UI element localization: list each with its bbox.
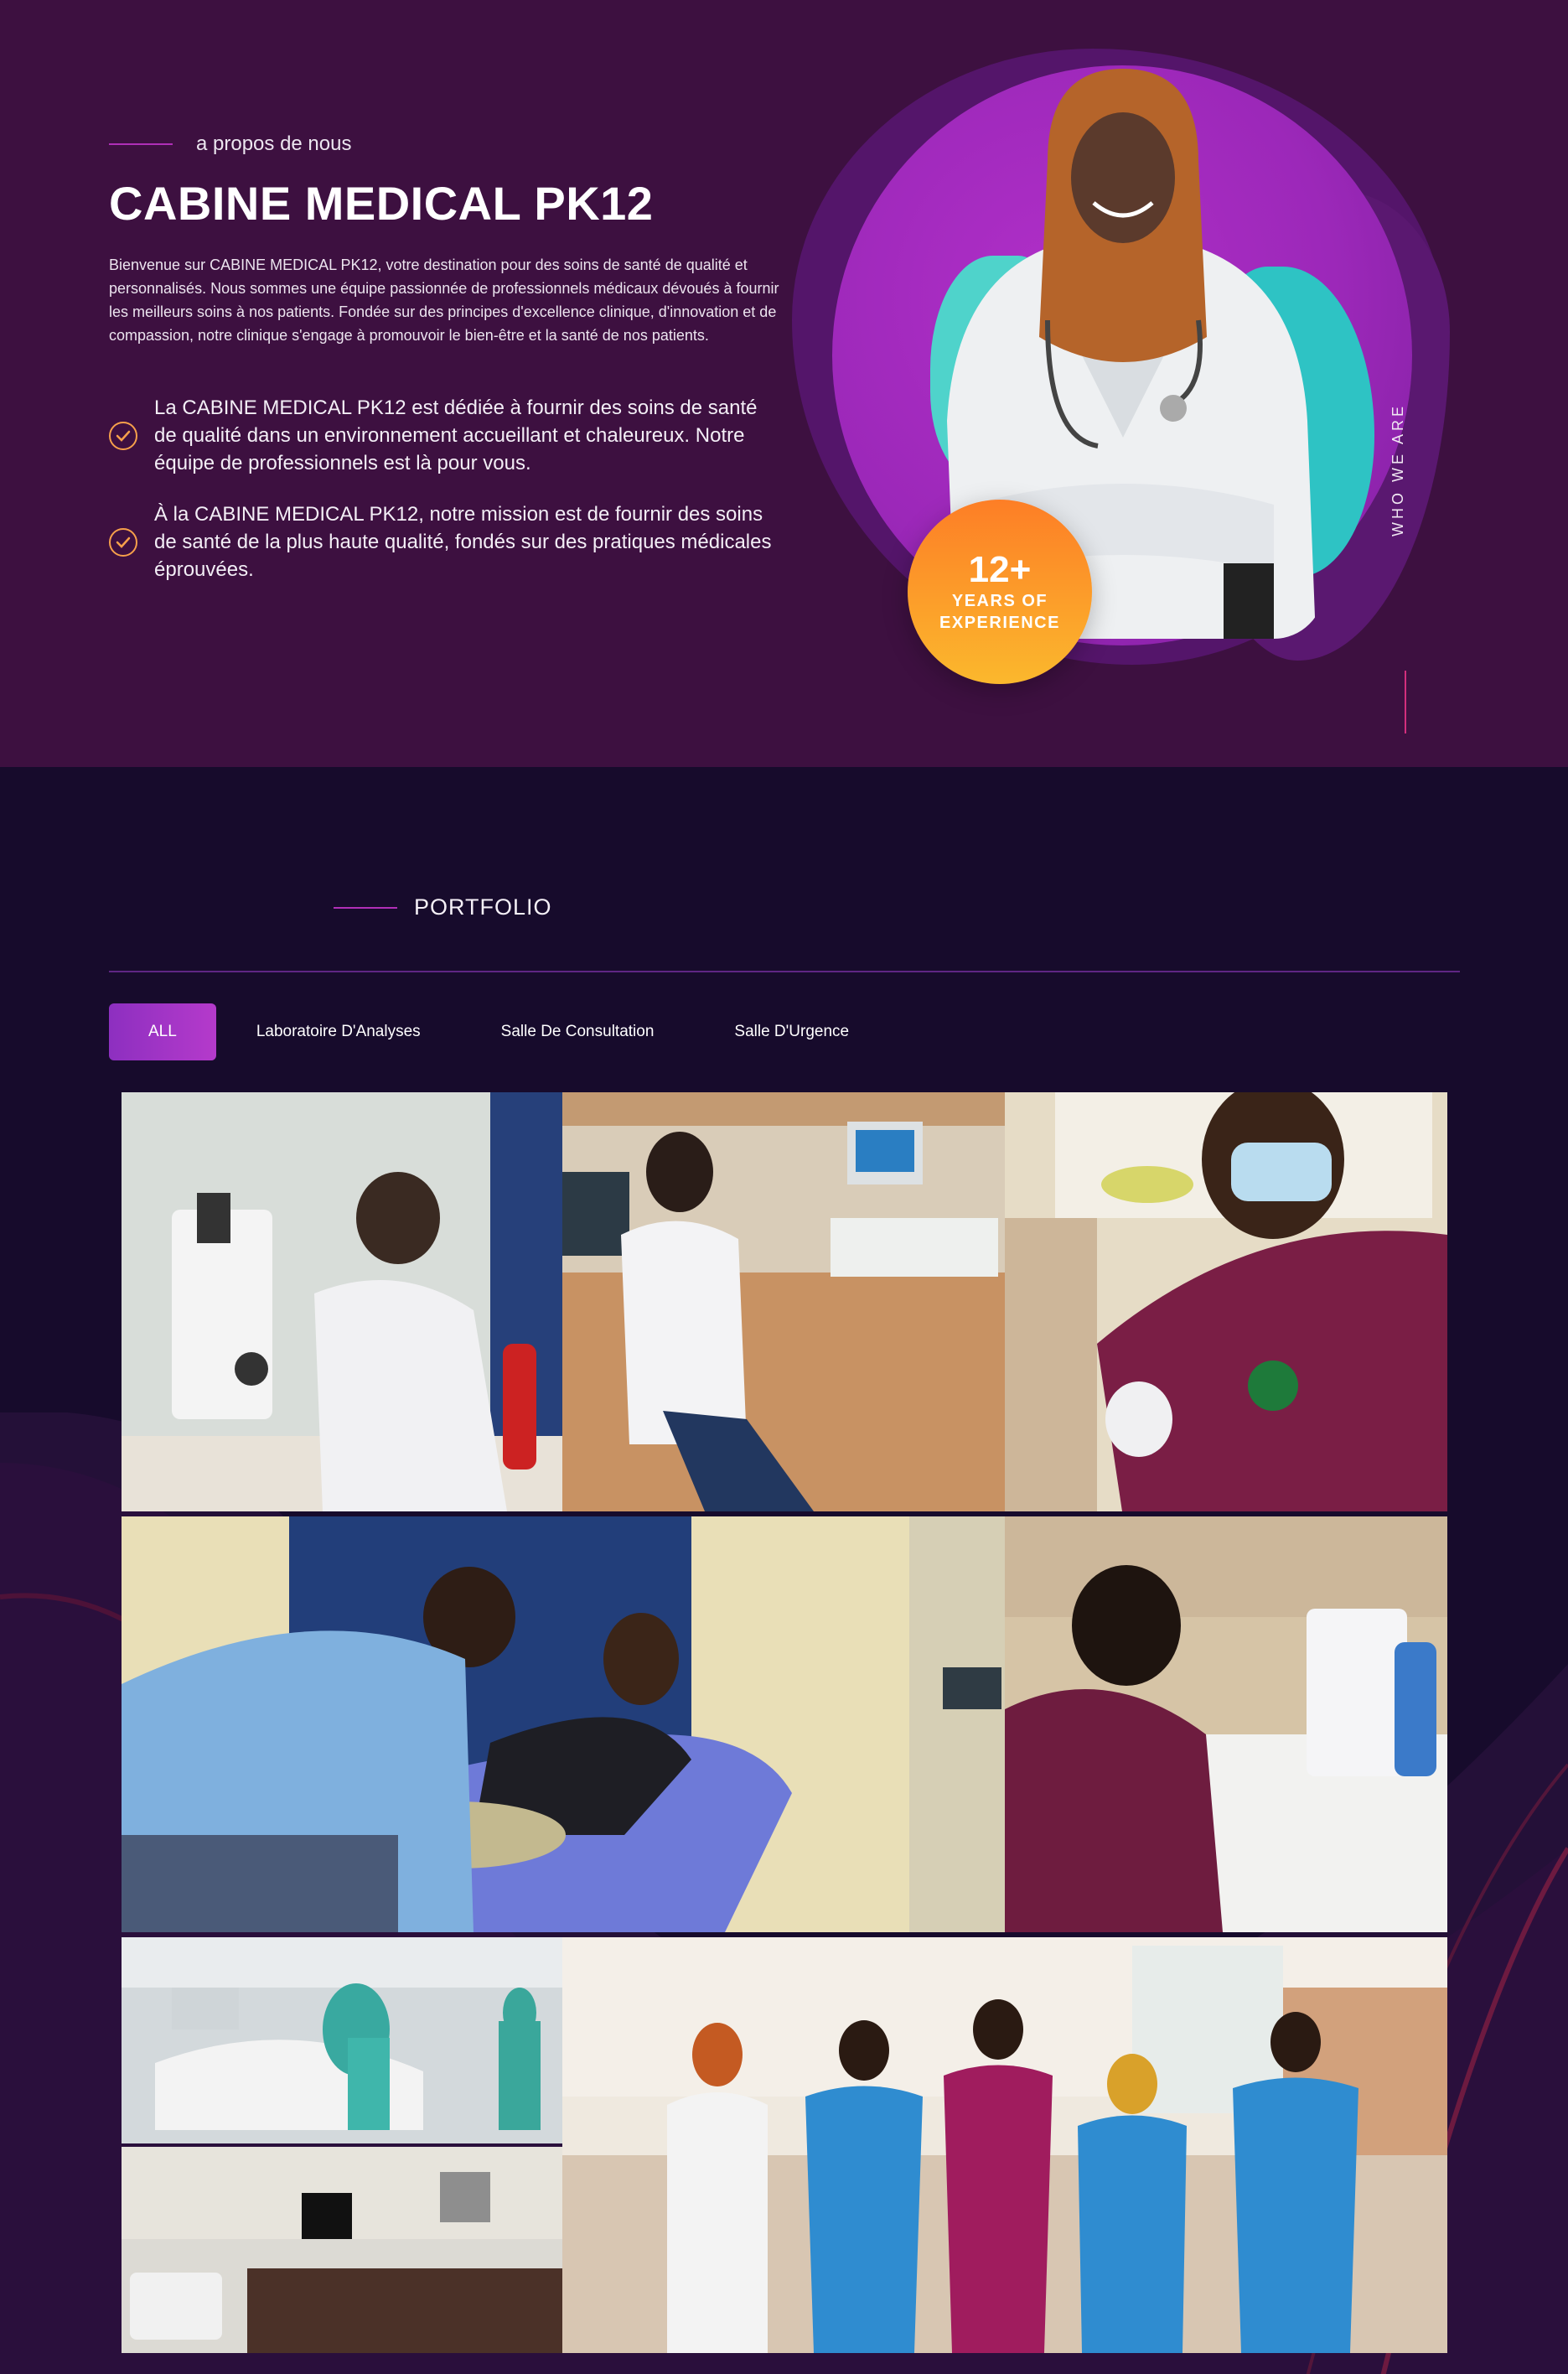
- portfolio-item-lab-analyzer[interactable]: [562, 1092, 1005, 1511]
- portfolio-heading-text: PORTFOLIO: [414, 894, 552, 920]
- tab-all[interactable]: ALL: [109, 1003, 216, 1060]
- about-title: CABINE MEDICAL PK12: [109, 177, 654, 230]
- feature-point-text: À la CABINE MEDICAL PK12, notre mission …: [154, 503, 772, 581]
- portfolio-item-emergency-room[interactable]: [122, 1937, 562, 2143]
- feature-point-text: La CABINE MEDICAL PK12 est dédiée à four…: [154, 397, 758, 474]
- experience-badge: 12+ YEARS OF EXPERIENCE: [908, 500, 1092, 684]
- portfolio-grid: [122, 1092, 1447, 2353]
- about-section: a propos de nous CABINE MEDICAL PK12 Bie…: [0, 0, 1568, 767]
- subheading-line: [109, 143, 173, 145]
- badge-number: 12+: [968, 549, 1032, 590]
- tab-salle-consultation[interactable]: Salle De Consultation: [461, 1003, 695, 1060]
- about-subheading: a propos de nous: [109, 132, 351, 156]
- portfolio-item-syringe-nurse[interactable]: [1005, 1092, 1447, 1511]
- portfolio-item-medical-team[interactable]: [562, 1937, 1447, 2353]
- check-circle-icon: [109, 421, 137, 450]
- badge-label-line2: EXPERIENCE: [939, 614, 1060, 632]
- portfolio-item-lab-technician[interactable]: [1005, 1516, 1447, 1932]
- heading-line: [334, 906, 397, 909]
- portfolio-heading: PORTFOLIO: [334, 894, 552, 920]
- feature-point-2: À la CABINE MEDICAL PK12, notre mission …: [109, 500, 779, 583]
- check-circle-icon: [109, 527, 137, 557]
- section-divider: [109, 971, 1460, 972]
- feature-point-1: La CABINE MEDICAL PK12 est dédiée à four…: [109, 394, 779, 477]
- badge-label-line1: YEARS OF: [951, 592, 1048, 610]
- subheading-text: a propos de nous: [196, 132, 352, 155]
- portfolio-item-microscope-lab[interactable]: [122, 1092, 562, 1511]
- portfolio-item-patient-bed[interactable]: [122, 1516, 1005, 1932]
- tab-salle-urgence[interactable]: Salle D'Urgence: [694, 1003, 889, 1060]
- vertical-accent-line: [1405, 671, 1406, 733]
- who-we-are-label: WHO WE ARE: [1389, 402, 1406, 536]
- about-intro: Bienvenue sur CABINE MEDICAL PK12, votre…: [109, 257, 779, 344]
- tab-laboratoire-analyses[interactable]: Laboratoire D'Analyses: [216, 1003, 461, 1060]
- portfolio-item-consultation-room[interactable]: [122, 2147, 562, 2353]
- portfolio-section: PORTFOLIO ALL Laboratoire D'Analyses Sal…: [0, 767, 1568, 2374]
- portfolio-filter-tabs: ALL Laboratoire D'Analyses Salle De Cons…: [109, 1003, 889, 1060]
